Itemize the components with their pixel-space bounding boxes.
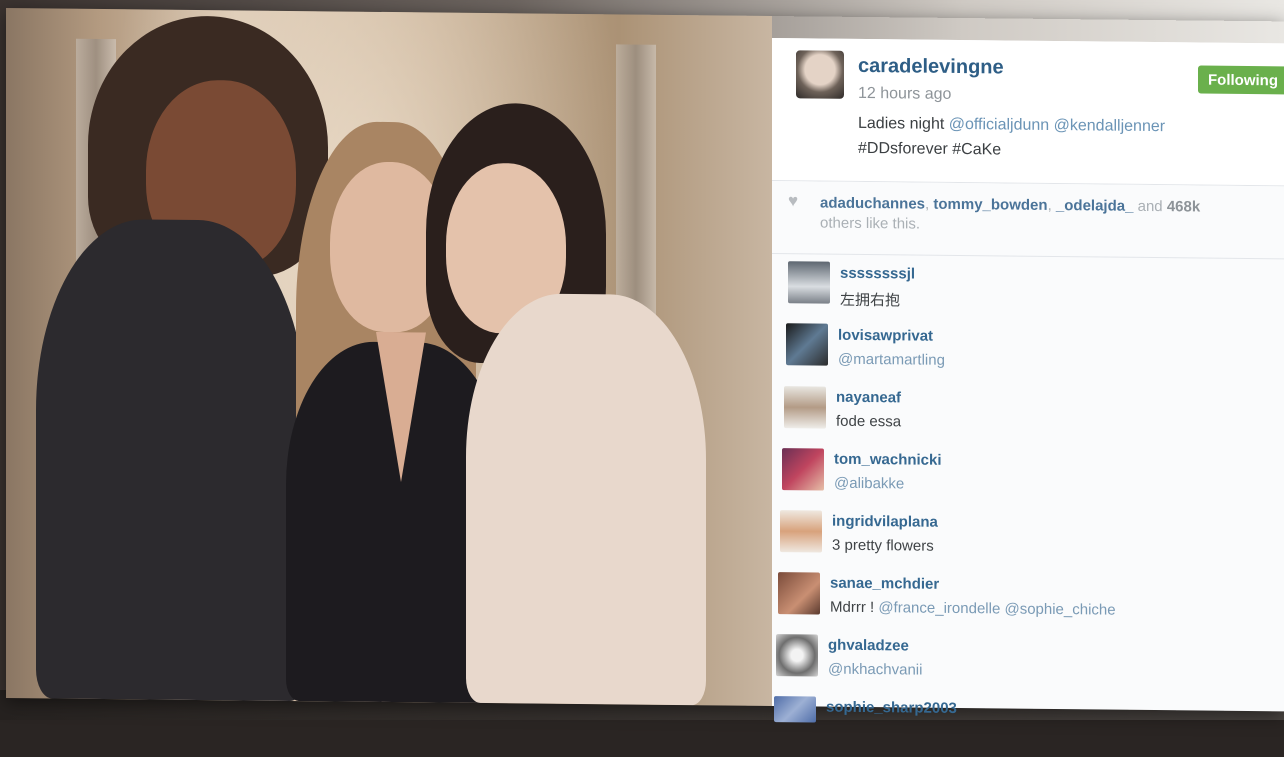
comment-mention[interactable]: @nkhachvanii bbox=[828, 661, 922, 679]
like-user[interactable]: _odelajda_ bbox=[1056, 197, 1134, 215]
comment-text: @alibakke bbox=[834, 475, 904, 493]
post-sidebar: caradelevingne 12 hours ago Following La… bbox=[772, 38, 1284, 723]
instagram-post-card: caradelevingne 12 hours ago Following La… bbox=[6, 8, 1284, 723]
comment-item: tom_wachnicki @alibakke bbox=[772, 444, 1284, 509]
comment-text: Mdrrr ! @france_irondelle @sophie_chiche bbox=[830, 599, 1116, 619]
comment-username[interactable]: tom_wachnicki bbox=[834, 451, 942, 469]
comment-username[interactable]: ghvaladzee bbox=[828, 637, 909, 655]
comment-mention[interactable]: @martamartling bbox=[838, 351, 945, 369]
comment-mention[interactable]: @alibakke bbox=[834, 475, 904, 493]
comment-avatar[interactable] bbox=[788, 261, 830, 304]
comment-username[interactable]: sophie_sharp2003 bbox=[826, 699, 957, 717]
comment-text-part: Mdrrr ! bbox=[830, 598, 879, 617]
heart-icon[interactable]: ♥ bbox=[788, 191, 798, 211]
comment-text: fode essa bbox=[836, 412, 902, 431]
caption-mention[interactable]: @kendalljenner bbox=[1054, 117, 1165, 135]
caption-mention[interactable]: @officialjdunn bbox=[949, 116, 1049, 134]
likes-suffix: others like this. bbox=[820, 214, 921, 233]
comment-avatar[interactable] bbox=[778, 572, 820, 615]
likes-section: ♥ adaduchannes, tommy_bowden, _odelajda_… bbox=[772, 181, 1284, 260]
comment-avatar[interactable] bbox=[780, 510, 822, 553]
comment-username[interactable]: nayaneaf bbox=[836, 389, 901, 407]
comment-item: nayaneaf fode essa bbox=[772, 382, 1284, 447]
comment-item: sophie_sharp2003 bbox=[772, 692, 1284, 757]
caption-text: Ladies night bbox=[858, 114, 949, 133]
post-photo[interactable] bbox=[6, 8, 772, 707]
caption-hashtags[interactable]: #DDsforever #CaKe bbox=[858, 140, 1001, 158]
comment-avatar[interactable] bbox=[786, 323, 828, 366]
like-user[interactable]: adaduchannes bbox=[820, 195, 925, 213]
comment-text: @martamartling bbox=[838, 351, 945, 369]
post-header: caradelevingne 12 hours ago Following La… bbox=[772, 38, 1284, 187]
likes-count[interactable]: 468k bbox=[1167, 198, 1200, 215]
following-button[interactable]: Following bbox=[1198, 65, 1284, 95]
comment-mention[interactable]: @sophie_chiche bbox=[1004, 600, 1115, 618]
post-timestamp: 12 hours ago bbox=[858, 84, 952, 103]
author-avatar[interactable] bbox=[796, 50, 844, 99]
comment-username[interactable]: sanae_mchdier bbox=[830, 575, 939, 593]
comment-item: sanae_mchdier Mdrrr ! @france_irondelle … bbox=[772, 568, 1284, 633]
likes-text: adaduchannes, tommy_bowden, _odelajda_ a… bbox=[820, 194, 1201, 233]
comment-avatar[interactable] bbox=[784, 386, 826, 429]
comment-avatar[interactable] bbox=[776, 634, 818, 677]
comment-item: ssssssssjl 左拥右抱 bbox=[772, 256, 1284, 321]
like-user[interactable]: tommy_bowden bbox=[933, 196, 1047, 214]
comment-username[interactable]: ssssssssjl bbox=[840, 265, 915, 283]
comment-avatar[interactable] bbox=[782, 448, 824, 491]
post-caption: Ladies night @officialjdunn @kendalljenn… bbox=[858, 111, 1258, 165]
comment-mention[interactable]: @france_irondelle bbox=[878, 599, 1000, 617]
comment-item: lovisawprivat @martamartling bbox=[772, 320, 1284, 385]
comment-username[interactable]: lovisawprivat bbox=[838, 327, 933, 345]
comment-text: @nkhachvanii bbox=[828, 661, 922, 679]
comment-text: 3 pretty flowers bbox=[832, 536, 934, 555]
comment-text: 左拥右抱 bbox=[840, 291, 901, 310]
comment-item: ingridvilaplana 3 pretty flowers bbox=[772, 506, 1284, 571]
likes-and: and bbox=[1137, 197, 1163, 216]
comment-username[interactable]: ingridvilaplana bbox=[832, 513, 938, 531]
comment-item: ghvaladzee @nkhachvanii bbox=[772, 630, 1284, 695]
author-username[interactable]: caradelevingne bbox=[858, 55, 1004, 80]
comment-avatar[interactable] bbox=[774, 696, 816, 723]
